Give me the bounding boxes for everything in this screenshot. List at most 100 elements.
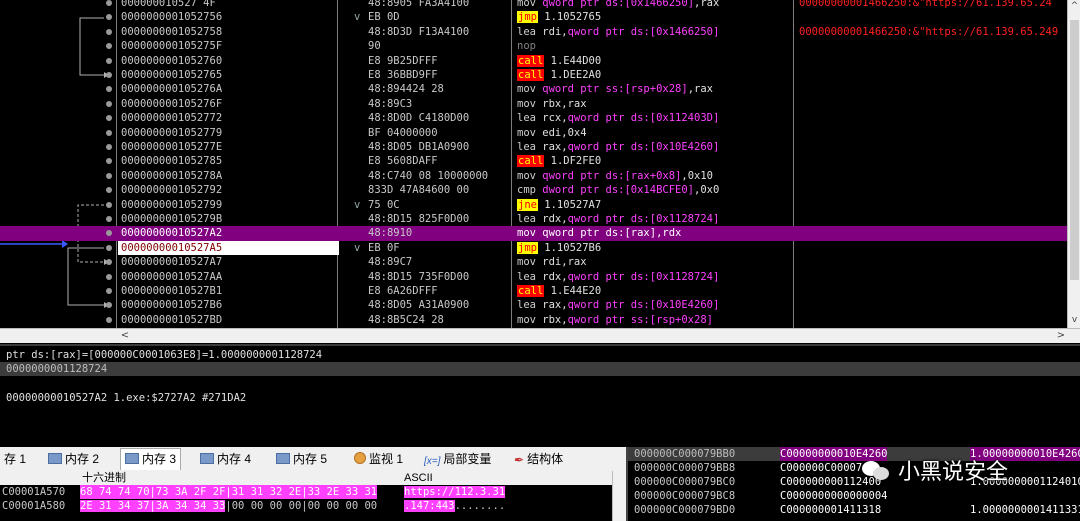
disasm-operand: ,rax (687, 83, 713, 96)
disasm-row[interactable]: 0000000001052772 48:8D0D C4180D00 lea rcx,… (0, 111, 1067, 125)
breakpoint-dot-icon[interactable] (106, 288, 112, 294)
scroll-down-icon[interactable]: v (1068, 314, 1080, 326)
disasm-instruction: lea rdx,qword ptr ds:[0x1128724] (514, 212, 795, 226)
disasm-row[interactable]: 00000000010527BD 48:8B5C24 28 mov rbx,qwor… (0, 313, 1067, 327)
tab-2[interactable]: 内存 2 (44, 449, 103, 470)
disasm-row[interactable]: 00000000010527A7 48:89C7 mov rdi,rax (0, 255, 1067, 269)
disasm-row[interactable]: 0000000001052792 833D 47A84600 00 cmp dwor… (0, 183, 1067, 197)
disasm-row[interactable]: 000000000105276F 48:89C3 mov rbx,rax (0, 97, 1067, 111)
breakpoint-dot-icon[interactable] (106, 172, 112, 179)
disasm-row[interactable]: 00000000010527B1 E8 6A26DFFF call 1.E44E20 (0, 284, 1067, 298)
disasm-row[interactable]: 0000000001052758 48:8D3D F13A4100 lea rdi,… (0, 25, 1067, 39)
disasm-row[interactable]: 000000000105276A 48:894424 28 mov qword pt… (0, 82, 1067, 96)
breakpoint-dot-icon[interactable] (106, 57, 112, 64)
disasm-row[interactable]: 0000000001052779 BF 04000000 mov edi,0x4 (0, 126, 1067, 140)
breakpoint-dot-icon[interactable] (106, 201, 112, 208)
breakpoint-dot-icon[interactable] (106, 273, 112, 280)
tab-7[interactable]: [x=] 局部变量 (420, 449, 495, 470)
disasm-address: 000000000105276A (121, 83, 223, 96)
disasm-comment: 00000000001466250:&"https://61.139.65.24… (799, 25, 1059, 38)
disasm-row[interactable]: 0000000001052756 v EB 0D jmp 1.1052765 (0, 10, 1067, 24)
tab-5[interactable]: 内存 5 (272, 449, 331, 470)
disasm-bytes: 833D 47A84600 00 (340, 183, 538, 197)
disasm-row[interactable]: 000000000105279B 48:8D15 825F0D00 lea rdx,… (0, 212, 1067, 226)
scroll-up-icon[interactable]: ^ (1068, 0, 1080, 12)
breakpoint-dot-icon[interactable] (106, 259, 112, 266)
disasm-mnemonic: call (517, 155, 545, 168)
stack-row[interactable]: 000000C000079BC8 C0000000000000004 (628, 489, 1080, 503)
disasm-bytes: E8 5608DAFF (340, 154, 538, 168)
scroll-left-icon[interactable]: < (118, 329, 132, 343)
disasm-row[interactable]: 00000000010527A5 v EB 0F jmp 1.10527B6 (0, 240, 1067, 256)
breakpoint-dot-icon[interactable] (106, 302, 112, 309)
disasm-bytes-text: 48:8D0D C4180D00 (368, 112, 470, 125)
disasm-row[interactable]: 000000000105278A 48:C740 08 10000000 mov q… (0, 169, 1067, 183)
stack-row[interactable]: 000000C000079BC0 C000000000112400 1.000000… (628, 475, 1080, 489)
breakpoint-dot-icon[interactable] (106, 100, 112, 107)
breakpoint-dot-icon[interactable] (106, 158, 112, 165)
disasm-row[interactable]: 00000000010527A2 48:8910 mov qword ptr ds:… (0, 226, 1067, 241)
info-value-line[interactable]: 0000000001128724 (0, 362, 1080, 376)
scroll-thumb[interactable] (1070, 20, 1079, 280)
breakpoint-dot-icon[interactable] (106, 244, 112, 251)
disasm-mnemonic: jmp (517, 241, 538, 254)
disasm-row[interactable]: 0000000001052799 v 75 0C jne 1.10527A7 (0, 198, 1067, 212)
disasm-row[interactable]: 000000000105275F 90 nop (0, 39, 1067, 53)
dump-scrollbar[interactable] (612, 471, 627, 521)
disasm-operand: qword ptr ds:[0x1466250] (542, 0, 695, 9)
stack-row[interactable]: 000000C000079BD0 C000000001411318 1.000000… (628, 503, 1080, 517)
disasm-row[interactable]: 000000000105277E 48:8D05 DB1A0900 lea rax,… (0, 140, 1067, 154)
breakpoint-dot-icon[interactable] (106, 43, 112, 50)
disasm-row[interactable]: 00000000010527B6 48:8D05 A31A0900 lea rax,… (0, 298, 1067, 312)
dump-hex: 68 74 74 70|73 3A 2F 2F|31 31 32 2E|33 2… (80, 485, 378, 499)
tab-3[interactable]: 内存 3 (120, 448, 182, 470)
breakpoint-dot-icon[interactable] (106, 86, 112, 93)
dump-hex: 2E 31 34 37|3A 34 34 33|00 00 00 00|00 0… (80, 499, 377, 513)
breakpoint-dot-icon[interactable] (106, 230, 112, 237)
disasm-bytes-text: 90 (368, 40, 381, 53)
breakpoint-dot-icon[interactable] (106, 0, 112, 6)
disasm-mnemonic: call (517, 69, 545, 81)
breakpoint-dot-icon[interactable] (106, 187, 112, 194)
tab-6[interactable]: 监视 1 (350, 449, 407, 470)
disasm-row[interactable]: 0000000001052760 E8 9B25DFFF call 1.E44D00 (0, 54, 1067, 68)
vertical-scrollbar[interactable]: ^ v (1067, 0, 1080, 328)
breakpoint-dot-icon[interactable] (106, 72, 112, 78)
disasm-bytes-text: 48:C740 08 10000000 (368, 169, 489, 182)
scroll-right-icon[interactable]: > (1054, 329, 1068, 343)
stack-view[interactable]: 000000C000079BB0 C00000000010E4260 1.00000… (626, 447, 1080, 521)
disasm-mnemonic: cmp (517, 184, 536, 197)
disasm-bytes-text: 48:89C3 (368, 97, 413, 110)
breakpoint-dot-icon[interactable] (106, 316, 112, 323)
disasm-row[interactable]: 000000010527 4F 48:8905 FA3A4100 mov qword… (0, 0, 1067, 10)
disasm-row[interactable]: 0000000001052765 E8 36BBD9FF call 1.DEE2A0 (0, 68, 1067, 82)
breakpoint-dot-icon[interactable] (106, 14, 112, 21)
breakpoint-dot-icon[interactable] (106, 216, 112, 222)
disasm-address: 0000000001052785 (121, 155, 223, 168)
stack-value: C000000001411318 (780, 504, 882, 516)
breakpoint-dot-icon[interactable] (106, 28, 112, 35)
breakpoint-dot-icon[interactable] (106, 129, 112, 136)
disasm-mnemonic: lea (517, 112, 536, 125)
stack-row[interactable]: 000000C000079BB8 C000000C00007 (628, 461, 1080, 475)
stack-row[interactable]: 000000C000079BB0 C00000000010E4260 1.00000… (628, 447, 1080, 461)
disasm-instruction: mov rbx,rax (514, 97, 795, 111)
horizontal-scrollbar[interactable]: < > (118, 328, 1068, 343)
disasm-bytes-text: 75 0C (368, 198, 400, 211)
disasm-mnemonic: mov (517, 0, 536, 9)
memory-dump[interactable]: 十六进制 ASCII C00001A570 68 74 74 70|73 3A 2… (0, 471, 627, 521)
dump-ascii-text: .147:443 (404, 500, 455, 512)
tab-label: 监视 1 (369, 452, 404, 466)
disasm-row[interactable]: 00000000010527AA 48:8D15 735F0D00 lea rdx,… (0, 270, 1067, 284)
tab-4[interactable]: 内存 4 (196, 449, 255, 470)
tab-1[interactable]: 存 1 (0, 449, 30, 470)
tab-8[interactable]: ✒ 结构体 (510, 449, 567, 470)
disasm-address: 0000000001052799 (121, 198, 223, 211)
stack-address: 000000C000079BB8 (634, 462, 736, 474)
breakpoint-dot-icon[interactable] (106, 144, 112, 150)
disasm-instruction: jmp 1.1052765 (514, 10, 795, 24)
disassembly-view[interactable]: 000000010527 4F 48:8905 FA3A4100 mov qword… (0, 0, 1080, 328)
disasm-row[interactable]: 0000000001052785 E8 5608DAFF call 1.DF2FE0 (0, 154, 1067, 168)
disasm-address: 00000000010527BD (121, 313, 223, 326)
breakpoint-dot-icon[interactable] (106, 115, 112, 122)
